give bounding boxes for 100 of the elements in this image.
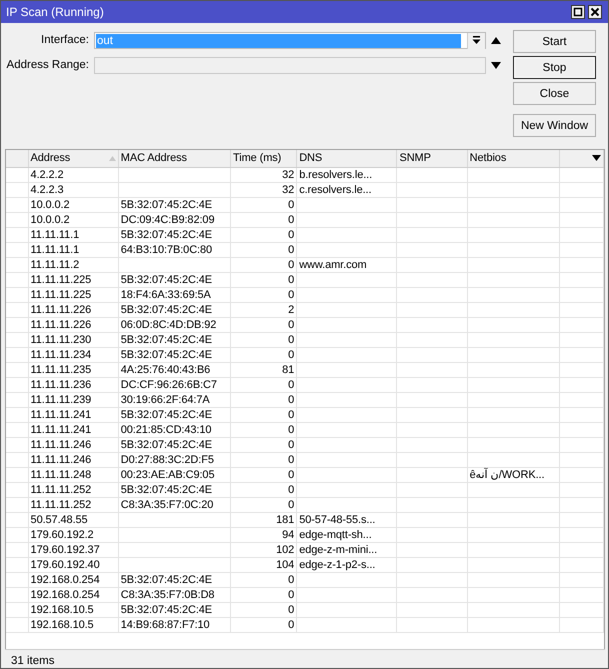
scan-action-button[interactable]: Close xyxy=(513,82,596,105)
ip-address-cell: 11.11.11.246 xyxy=(30,454,92,466)
response-time-cell: 81 xyxy=(282,364,294,376)
response-time-cell: 104 xyxy=(276,558,294,570)
response-time-cell: 0 xyxy=(288,618,294,630)
dns-name-cell: edge-z-1-p2-s... xyxy=(299,558,376,570)
mac-address-cell: C8:3A:35:F7:0B:D8 xyxy=(120,588,214,600)
response-time-cell: 0 xyxy=(288,438,294,450)
netbios-name-cell: êن آنه/WORK... xyxy=(470,468,544,480)
mac-address-cell: 5B:32:07:45:2C:4E xyxy=(120,604,212,616)
mac-address-cell: D0:27:88:3C:2D:F5 xyxy=(120,454,214,466)
response-time-cell: 0 xyxy=(288,274,294,286)
response-time-cell: 0 xyxy=(288,468,294,480)
response-time-cell: 0 xyxy=(288,378,294,390)
maximize-icon[interactable] xyxy=(571,5,585,19)
mac-address-cell: 18:F4:6A:33:69:5A xyxy=(120,288,211,300)
response-time-cell: 2 xyxy=(288,304,294,316)
ip-address-cell: 11.11.11.1 xyxy=(30,228,80,240)
response-time-cell: 0 xyxy=(288,498,294,510)
scan-action-button[interactable]: New Window xyxy=(513,114,596,137)
mac-address-cell: 00:23:AE:AB:C9:05 xyxy=(120,468,214,480)
ip-address-cell: 11.11.11.235 xyxy=(30,364,92,376)
response-time-cell: 0 xyxy=(288,318,294,330)
ip-address-cell: 192.168.0.254 xyxy=(30,588,100,600)
mac-address-cell: 5B:32:07:45:2C:4E xyxy=(120,438,212,450)
close-icon[interactable] xyxy=(588,5,602,19)
mac-address-cell: DC:CF:96:26:6B:C7 xyxy=(120,378,217,390)
dns-name-cell: edge-mqtt-sh... xyxy=(299,528,372,540)
mac-address-cell: 5B:32:07:45:2C:4E xyxy=(120,304,212,316)
response-time-cell: 32 xyxy=(282,184,294,196)
ip-address-cell: 50.57.48.55 xyxy=(30,514,88,526)
ip-address-cell: 10.0.0.2 xyxy=(30,214,70,226)
mac-address-cell: 14:B9:68:87:F7:10 xyxy=(120,618,210,630)
response-time-cell: 0 xyxy=(288,258,294,270)
ip-address-cell: 11.11.11.234 xyxy=(30,348,92,360)
mac-address-cell: DC:09:4C:B9:82:09 xyxy=(120,214,214,226)
address-range-label: Address Range: xyxy=(6,58,89,73)
ip-address-cell: 11.11.11.225 xyxy=(30,274,92,286)
response-time-cell: 0 xyxy=(288,228,294,240)
response-time-cell: 0 xyxy=(288,334,294,346)
collapse-arrow-icon[interactable] xyxy=(491,37,501,44)
mac-address-cell: 5B:32:07:45:2C:4E xyxy=(120,334,212,346)
ip-address-cell: 11.11.11.248 xyxy=(30,468,92,480)
column-header[interactable]: Netbios xyxy=(467,150,560,167)
scan-action-button[interactable]: Start xyxy=(513,30,596,53)
dropdown-icon[interactable] xyxy=(467,32,485,48)
ip-address-cell: 11.11.11.241 xyxy=(30,408,92,420)
address-range-field[interactable] xyxy=(94,57,486,74)
response-time-cell: 0 xyxy=(288,454,294,466)
dns-name-cell: 50-57-48-55.s... xyxy=(299,514,376,526)
dns-name-cell: c.resolvers.le... xyxy=(299,184,372,196)
mac-address-cell: 5B:32:07:45:2C:4E xyxy=(120,408,212,420)
response-time-cell: 0 xyxy=(288,484,294,496)
ip-address-cell: 192.168.0.254 xyxy=(30,574,100,586)
ip-address-cell: 11.11.11.225 xyxy=(30,288,92,300)
column-header[interactable]: MAC Address xyxy=(118,150,231,167)
ip-address-cell: 11.11.11.252 xyxy=(30,484,92,496)
ip-address-cell: 179.60.192.37 xyxy=(30,544,100,556)
ip-address-cell: 11.11.11.226 xyxy=(30,304,92,316)
response-time-cell: 0 xyxy=(288,348,294,360)
dns-name-cell: edge-z-m-mini... xyxy=(299,544,378,556)
interface-label: Interface: xyxy=(40,33,89,48)
ip-address-cell: 10.0.0.2 xyxy=(30,198,70,210)
mac-address-cell: 5B:32:07:45:2C:4E xyxy=(120,484,212,496)
ip-address-cell: 179.60.192.2 xyxy=(30,528,94,540)
column-header[interactable]: DNS xyxy=(296,150,397,167)
response-time-cell: 94 xyxy=(282,528,294,540)
mac-address-cell: 5B:32:07:45:2C:4E xyxy=(120,348,212,360)
ip-address-cell: 179.60.192.40 xyxy=(30,558,100,570)
response-time-cell: 0 xyxy=(288,244,294,256)
ip-address-cell: 4.2.2.3 xyxy=(30,184,64,196)
ip-address-cell: 11.11.11.246 xyxy=(30,438,92,450)
response-time-cell: 0 xyxy=(288,588,294,600)
ip-address-cell: 11.11.11.239 xyxy=(30,394,92,406)
mac-address-cell: 5B:32:07:45:2C:4E xyxy=(120,574,212,586)
ip-address-cell: 192.168.10.5 xyxy=(30,618,94,630)
mac-address-cell: 5B:32:07:45:2C:4E xyxy=(120,198,212,210)
item-count: 31 items xyxy=(11,654,54,666)
expand-arrow-icon[interactable] xyxy=(491,62,501,69)
column-header[interactable]: Time (ms) xyxy=(230,150,297,167)
dns-name-cell: b.resolvers.le... xyxy=(299,168,372,180)
ip-address-cell: 11.11.11.241 xyxy=(30,424,92,436)
mac-address-cell: 30:19:66:2F:64:7A xyxy=(120,394,210,406)
window-title: IP Scan (Running) xyxy=(6,5,105,19)
dns-name-cell: www.amr.com xyxy=(299,258,367,270)
response-time-cell: 0 xyxy=(288,288,294,300)
ip-address-cell: 4.2.2.2 xyxy=(30,168,64,180)
column-header[interactable]: Address xyxy=(28,150,118,167)
mac-address-cell: 06:0D:8C:4D:DB:92 xyxy=(120,318,216,330)
column-header[interactable]: SNMP xyxy=(396,150,468,167)
response-time-cell: 0 xyxy=(288,214,294,226)
column-menu-icon[interactable] xyxy=(592,155,601,162)
ip-address-cell: 11.11.11.230 xyxy=(30,334,92,346)
response-time-cell: 0 xyxy=(288,394,294,406)
response-time-cell: 181 xyxy=(276,514,294,526)
response-time-cell: 0 xyxy=(288,604,294,616)
scan-action-button[interactable]: Stop xyxy=(513,56,596,79)
response-time-cell: 0 xyxy=(288,424,294,436)
mac-address-cell: 00:21:85:CD:43:10 xyxy=(120,424,212,436)
response-time-cell: 102 xyxy=(276,544,294,556)
